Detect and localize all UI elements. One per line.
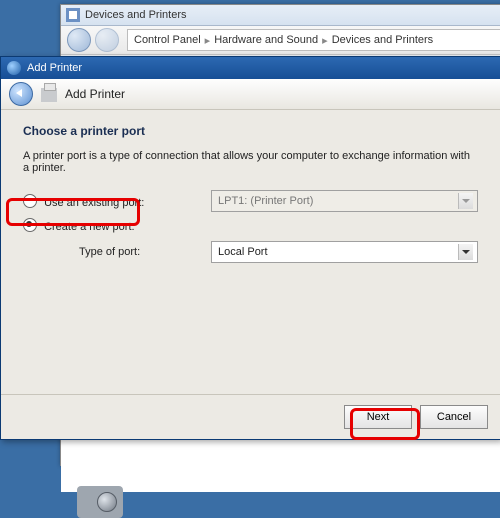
type-of-port-label: Type of port: (79, 246, 203, 258)
existing-port-dropdown: LPT1: (Printer Port) (211, 190, 478, 212)
dialog-title: Add Printer (27, 62, 82, 74)
create-new-port-option[interactable]: Create a new port: (23, 218, 203, 233)
breadcrumb-item[interactable]: Control Panel (134, 34, 201, 46)
chevron-right-icon: ▸ (322, 34, 328, 47)
bg-title: Devices and Printers (85, 9, 187, 21)
cancel-button[interactable]: Cancel (420, 405, 488, 429)
dialog-subtitle: Add Printer (65, 87, 125, 101)
use-existing-port-option[interactable]: Use an existing port: (23, 194, 203, 209)
type-of-port-row: Type of port: Local Port (23, 241, 478, 263)
use-existing-port-row: Use an existing port: LPT1: (Printer Por… (23, 190, 478, 212)
type-of-port-dropdown[interactable]: Local Port (211, 241, 478, 263)
next-button-label: Next (367, 411, 390, 423)
breadcrumb-item[interactable]: Hardware and Sound (214, 34, 318, 46)
breadcrumb-item[interactable]: Devices and Printers (332, 34, 434, 46)
radio-selected-icon[interactable] (23, 218, 37, 232)
dialog-button-bar: Next Cancel (1, 394, 500, 439)
bg-nav: Control Panel ▸ Hardware and Sound ▸ Dev… (61, 26, 500, 55)
page-heading: Choose a printer port (23, 124, 478, 138)
nav-forward-icon[interactable] (95, 28, 119, 52)
camera-device-icon[interactable] (77, 486, 123, 518)
cancel-button-label: Cancel (437, 411, 471, 423)
bg-titlebar[interactable]: Devices and Printers (61, 5, 500, 26)
dialog-titlebar[interactable]: Add Printer (1, 57, 500, 79)
existing-port-value: LPT1: (Printer Port) (218, 195, 313, 207)
use-existing-port-label: Use an existing port: (44, 197, 144, 209)
next-button[interactable]: Next (344, 405, 412, 429)
back-button-icon[interactable] (9, 82, 33, 106)
create-new-port-row: Create a new port: (23, 218, 478, 233)
dialog-content: Choose a printer port A printer port is … (1, 110, 500, 394)
nav-back-icon[interactable] (67, 28, 91, 52)
add-printer-dialog: Add Printer Add Printer Choose a printer… (0, 56, 500, 440)
chevron-right-icon: ▸ (205, 34, 211, 47)
wizard-icon (7, 61, 21, 75)
type-of-port-value: Local Port (218, 246, 268, 258)
chevron-down-icon[interactable] (458, 244, 473, 260)
dialog-header: Add Printer (1, 79, 500, 110)
chevron-down-icon (458, 193, 473, 209)
radio-unselected-icon[interactable] (23, 194, 37, 208)
page-description: A printer port is a type of connection t… (23, 150, 478, 174)
devices-icon (66, 8, 80, 22)
printer-icon (41, 88, 57, 102)
breadcrumb[interactable]: Control Panel ▸ Hardware and Sound ▸ Dev… (127, 29, 500, 51)
create-new-port-label: Create a new port: (44, 221, 135, 233)
